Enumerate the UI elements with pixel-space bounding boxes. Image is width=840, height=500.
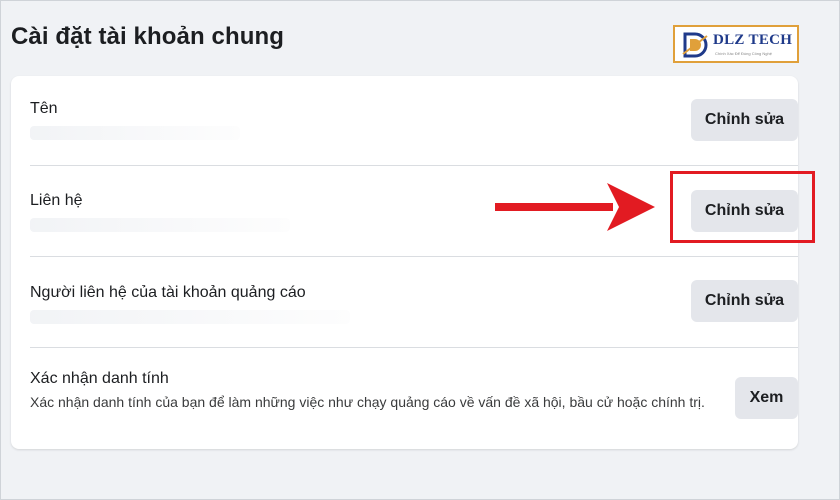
redacted-value: [30, 218, 290, 232]
edit-name-button[interactable]: Chỉnh sửa: [691, 99, 798, 141]
logo-text: DLZ TECH: [713, 32, 793, 48]
row-title: Tên: [30, 100, 58, 117]
row-title: Người liên hệ của tài khoản quảng cáo: [30, 284, 306, 301]
row-description: Xác nhận danh tính của bạn để làm những …: [30, 394, 705, 410]
view-identity-button[interactable]: Xem: [735, 377, 798, 419]
redacted-value: [30, 126, 240, 140]
dlz-logo-icon: [682, 32, 708, 58]
redacted-value: [30, 310, 350, 324]
logo-tagline: Chính Xác Để Đúng Công Nghệ: [715, 51, 772, 56]
row-title: Xác nhận danh tính: [30, 370, 169, 387]
settings-row-name: Tên Chỉnh sửa: [30, 76, 798, 166]
settings-card: Tên Chỉnh sửa Liên hệ Chỉnh sửa Người li…: [11, 76, 798, 449]
page-title: Cài đặt tài khoản chung: [11, 23, 284, 50]
row-title: Liên hệ: [30, 192, 83, 209]
settings-row-ad-contact: Người liên hệ của tài khoản quảng cáo Ch…: [30, 257, 798, 348]
highlight-box: [670, 171, 815, 243]
brand-logo: DLZ TECH Chính Xác Để Đúng Công Nghệ: [673, 25, 799, 63]
settings-row-identity: Xác nhận danh tính Xác nhận danh tính củ…: [30, 348, 798, 448]
right-arrow-icon: [495, 183, 655, 231]
edit-ad-contact-button[interactable]: Chỉnh sửa: [691, 280, 798, 322]
